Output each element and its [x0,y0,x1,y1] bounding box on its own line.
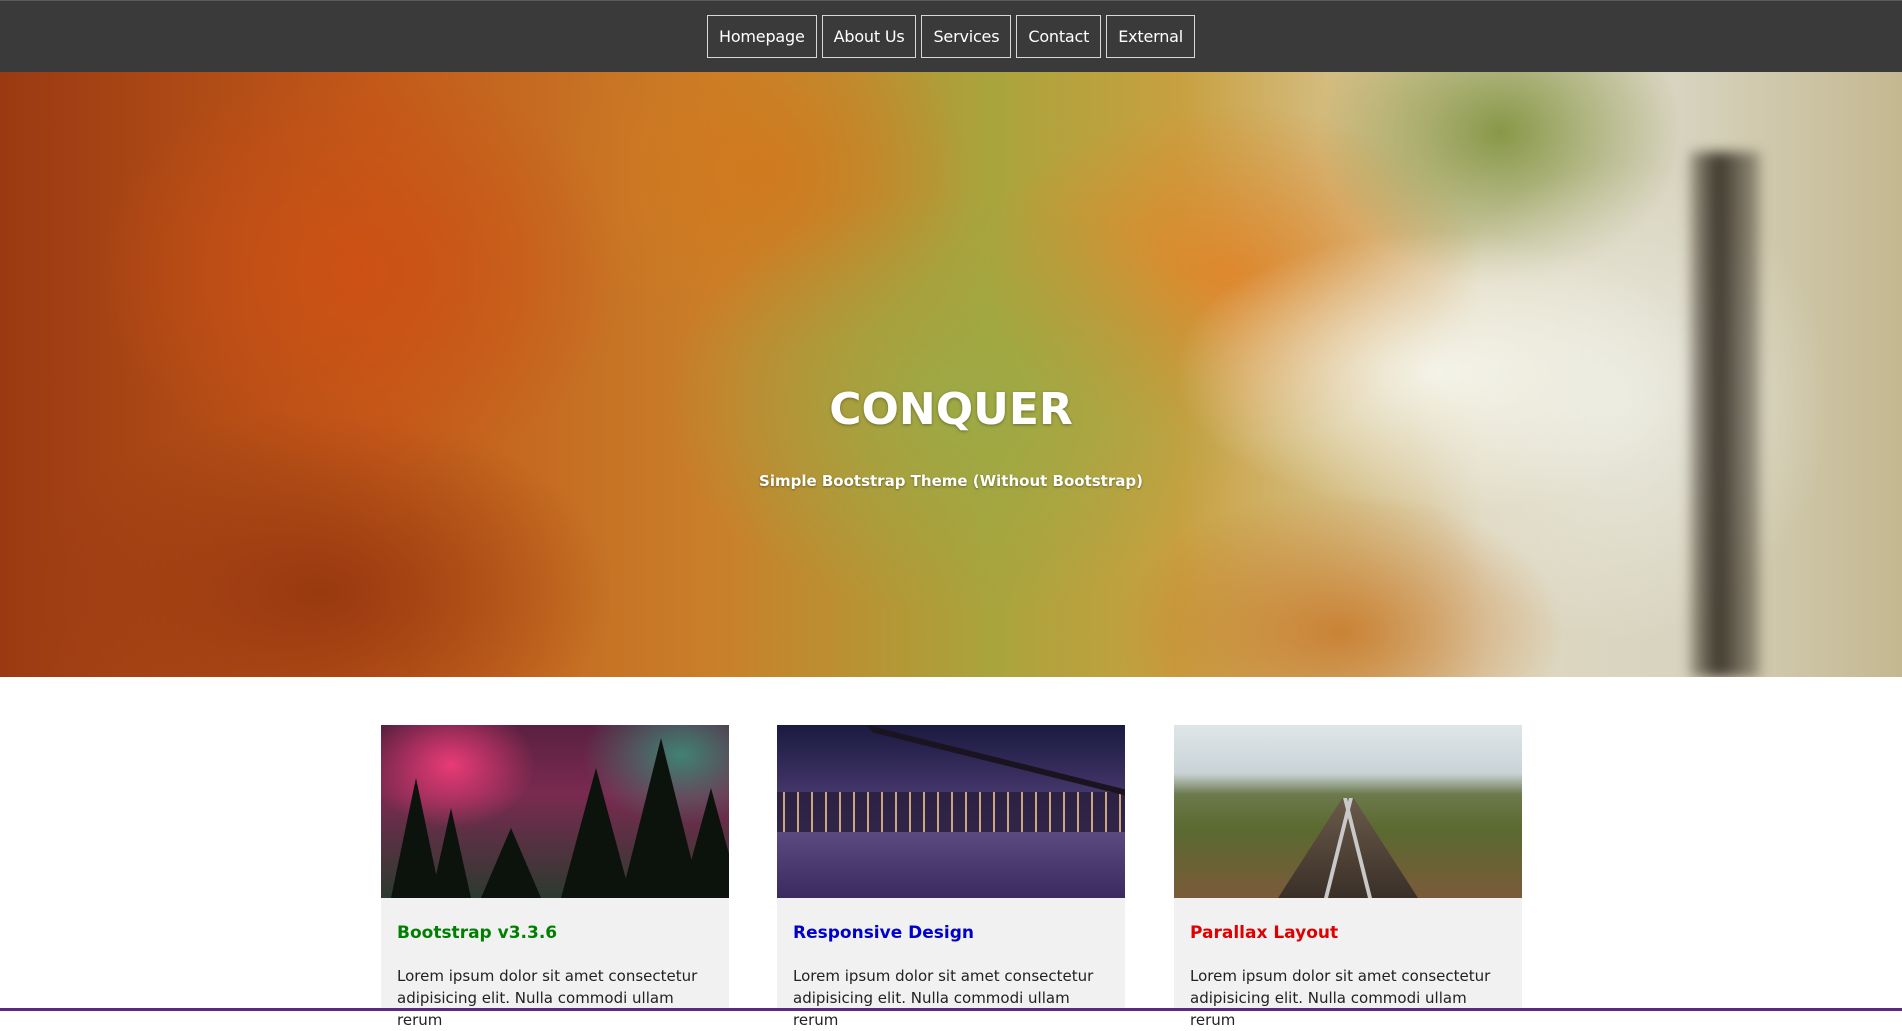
nav-item-homepage[interactable]: Homepage [707,15,817,58]
hero-subtitle: Simple Bootstrap Theme (Without Bootstra… [759,472,1143,490]
card-title: Bootstrap v3.3.6 [397,923,558,943]
nav-menu: Homepage About Us Services Contact Exter… [0,15,1902,58]
card-title: Responsive Design [793,923,975,943]
card-image-railway [1174,725,1522,898]
feature-card-responsive: Responsive Design Lorem ipsum dolor sit … [777,725,1125,1029]
card-image-aurora [381,725,729,898]
nav-item-contact[interactable]: Contact [1016,15,1102,58]
feature-card-parallax: Parallax Layout Lorem ipsum dolor sit am… [1174,725,1522,1029]
hero-title: CONQUER [829,384,1073,435]
nav-item-external[interactable]: External [1106,15,1195,58]
card-text: Lorem ipsum dolor sit amet consectetur a… [1190,967,1491,1029]
card-text: Lorem ipsum dolor sit amet consectetur a… [397,967,698,1029]
top-navbar: Homepage About Us Services Contact Exter… [0,0,1902,72]
card-image-bridge [777,725,1125,898]
nav-item-services[interactable]: Services [921,15,1012,58]
card-title: Parallax Layout [1190,923,1339,943]
nav-item-about-us[interactable]: About Us [821,15,917,58]
card-text: Lorem ipsum dolor sit amet consectetur a… [793,967,1094,1029]
hero-banner: CONQUER Simple Bootstrap Theme (Without … [0,72,1902,677]
feature-card-bootstrap: Bootstrap v3.3.6 Lorem ipsum dolor sit a… [381,725,729,1029]
